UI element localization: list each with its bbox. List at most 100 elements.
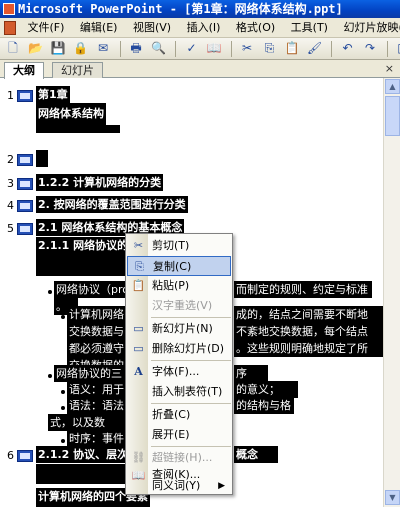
menu-reconvert[interactable]: 汉字重选(V)	[127, 296, 231, 316]
document-icon[interactable]	[4, 21, 16, 35]
slide5-subheading[interactable]: 2.1.1 网络协议的	[36, 237, 130, 254]
menu-new-slide[interactable]: ▭ 新幻灯片(N)	[127, 319, 231, 339]
toolbar-separator	[119, 41, 121, 57]
menu-separator	[151, 446, 231, 447]
menu-item-label: 复制(C)	[153, 260, 192, 273]
slide-number: 6	[7, 449, 14, 462]
open-icon[interactable]: 📂	[28, 40, 44, 56]
copy-icon[interactable]: ⎘	[262, 40, 278, 56]
menu-item-label: 粘贴(P)	[152, 279, 190, 292]
menu-edit[interactable]: 编辑(E)	[74, 18, 124, 37]
bullet-text[interactable]: 序	[234, 365, 268, 382]
slide-icon[interactable]	[17, 154, 33, 166]
selection-block	[36, 464, 129, 484]
paste-icon: 📋	[131, 279, 146, 292]
slide-number: 4	[7, 199, 14, 212]
bullet-text[interactable]: 不紊地交换数据，每个结点	[234, 323, 383, 340]
save-icon[interactable]: 💾	[50, 40, 66, 56]
powerpoint-icon[interactable]	[3, 3, 15, 15]
slide-icon[interactable]	[17, 178, 33, 190]
tab-slides[interactable]: 幻灯片	[52, 62, 103, 78]
bullet-text[interactable]: 的意义；	[234, 381, 298, 398]
toolbar-separator	[175, 41, 176, 57]
menu-copy[interactable]: ⎘ 复制(C)	[127, 256, 231, 276]
bullet-text[interactable]: 语法：语法	[67, 397, 129, 414]
close-pane-icon[interactable]: ×	[385, 62, 394, 75]
menu-hyperlink[interactable]: ⛓ 超链接(H)...	[127, 448, 231, 468]
email-icon[interactable]: ✉	[95, 40, 111, 56]
bullet-text[interactable]: 计算机网络	[67, 306, 129, 323]
bullet-text[interactable]: 的结构与格	[234, 397, 294, 414]
menu-synonyms[interactable]: 同义词(Y) ▶	[127, 478, 231, 494]
menu-file[interactable]: 文件(F)	[22, 18, 71, 37]
menu-item-label: 删除幻灯片(D)	[152, 342, 225, 355]
bullet-text[interactable]: 语义：用于	[67, 381, 129, 398]
cut-icon[interactable]: ✂	[239, 40, 255, 56]
redo-icon[interactable]: ↷	[362, 40, 378, 56]
menu-insert[interactable]: 插入(I)	[181, 18, 227, 37]
empty-title-selection	[36, 150, 48, 167]
vertical-scrollbar[interactable]: ▲ ▼	[383, 78, 400, 507]
chart-icon[interactable]: ▥	[395, 40, 400, 56]
research-icon[interactable]: 📖	[206, 40, 222, 56]
toolbar-separator	[331, 41, 332, 57]
preview-icon[interactable]: 🔍	[151, 40, 167, 56]
menu-font[interactable]: A 字体(F)...	[127, 362, 231, 382]
slide3-title[interactable]: 1.2.2 计算机网络的分类	[36, 174, 164, 191]
menu-item-label: 汉字重选(V)	[152, 299, 213, 312]
bullet	[61, 406, 65, 410]
new-icon[interactable]: 🗋	[5, 40, 21, 56]
bullet-text[interactable]: 式，以及数	[48, 414, 129, 431]
toolbar-separator	[230, 41, 232, 57]
undo-icon[interactable]: ↶	[340, 40, 356, 56]
slide4-title[interactable]: 2. 按网络的覆盖范围进行分类	[36, 196, 188, 213]
window-title: Microsoft PowerPoint - [第1章：网络体系结构.ppt]	[18, 2, 343, 16]
permission-icon[interactable]: 🔒	[73, 40, 89, 56]
tab-outline[interactable]: 大纲	[4, 62, 44, 79]
paste-icon[interactable]: 📋	[284, 40, 300, 56]
bullet-text[interactable]: 成的，结点之间需要不断地	[234, 306, 383, 323]
menu-item-label: 超链接(H)...	[152, 451, 213, 464]
bullet	[61, 390, 65, 394]
delete-slide-icon: ▭	[133, 342, 144, 355]
slide-number: 2	[7, 153, 14, 166]
bullet-text[interactable]: 。这些规则明确地规定了所	[234, 340, 383, 357]
spelling-icon[interactable]: ✓	[184, 40, 200, 56]
slide6-title[interactable]: 2.1.2 协议、层次	[36, 446, 129, 463]
scroll-up-icon[interactable]: ▲	[385, 79, 400, 94]
slide1-title[interactable]: 第1章	[36, 86, 70, 103]
menu-expand[interactable]: 展开(E)	[127, 425, 231, 445]
hyperlink-icon: ⛓	[131, 451, 146, 464]
bullet-text[interactable]: 网络协议（prot	[54, 281, 133, 298]
menu-bar: 文件(F) 编辑(E) 视图(V) 插入(I) 格式(O) 工具(T) 幻灯片放…	[0, 18, 400, 38]
scroll-thumb[interactable]	[385, 96, 400, 136]
menu-item-label: 同义词(Y)	[152, 479, 201, 492]
bullet-text[interactable]: 网络协议的三	[54, 365, 129, 382]
slide-icon[interactable]	[17, 200, 33, 212]
print-icon[interactable]: 🖶	[128, 40, 144, 56]
slide-icon[interactable]	[17, 450, 33, 462]
menu-paste[interactable]: 📋 粘贴(P)	[127, 276, 231, 296]
menu-insert-tab[interactable]: 插入制表符(T)	[127, 382, 231, 402]
menu-view[interactable]: 视图(V)	[127, 18, 177, 37]
menu-delete-slide[interactable]: ▭ 删除幻灯片(D)	[127, 339, 231, 359]
scroll-down-icon[interactable]: ▼	[385, 490, 400, 505]
slide1-subtitle[interactable]: 网络体系结构	[36, 103, 106, 125]
menu-format[interactable]: 格式(O)	[230, 18, 281, 37]
bullet-text[interactable]: 交换数据与	[67, 323, 129, 340]
bullet-text[interactable]: 都必须遵守	[67, 340, 129, 357]
slide-number: 3	[7, 177, 14, 190]
slide6-title[interactable]: 概念	[234, 446, 278, 463]
selection-block	[36, 254, 130, 276]
slide-icon[interactable]	[17, 90, 33, 102]
format-painter-icon[interactable]: 🖌	[307, 40, 323, 56]
bullet-text[interactable]: 时序：事件	[67, 430, 129, 447]
menu-separator	[151, 360, 231, 361]
menu-slideshow[interactable]: 幻灯片放映(D)	[337, 18, 400, 37]
slide-icon[interactable]	[17, 223, 33, 235]
menu-cut[interactable]: ✂ 剪切(T)	[127, 236, 231, 256]
bullet-text[interactable]: 而制定的规则、约定与标准	[234, 281, 372, 298]
menu-collapse[interactable]: 折叠(C)	[127, 405, 231, 425]
menu-item-label: 字体(F)...	[152, 365, 200, 378]
menu-tools[interactable]: 工具(T)	[285, 18, 334, 37]
